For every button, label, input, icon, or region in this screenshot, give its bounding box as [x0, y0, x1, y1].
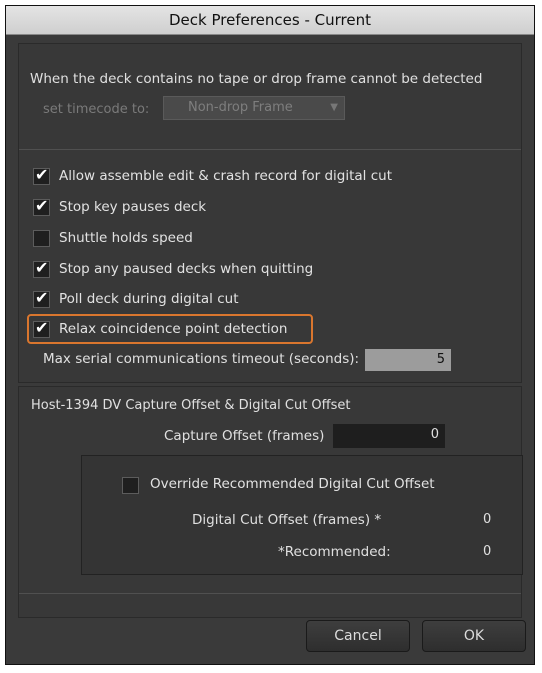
relax-coincidence-label: Relax coincidence point detection	[59, 321, 288, 337]
allow-assemble-checkbox[interactable]: ✔	[33, 165, 50, 185]
stop-paused-decks-label: Stop any paused decks when quitting	[59, 261, 314, 277]
digital-cut-offset-value: 0	[483, 512, 492, 527]
capture-offset-input[interactable]: 0	[333, 424, 445, 448]
allow-assemble-label: Allow assemble edit & crash record for d…	[59, 168, 392, 184]
stop-key-pauses-label: Stop key pauses deck	[59, 199, 207, 215]
no-tape-description: When the deck contains no tape or drop f…	[30, 71, 483, 87]
poll-deck-label: Poll deck during digital cut	[59, 291, 239, 307]
poll-deck-checkbox[interactable]: ✔	[33, 288, 50, 308]
timecode-label: set timecode to:	[43, 102, 150, 117]
check-icon: ✔	[35, 165, 49, 184]
check-icon: ✔	[35, 288, 49, 307]
check-icon: ✔	[35, 258, 49, 277]
override-offset-label: Override Recommended Digital Cut Offset	[150, 476, 435, 492]
ok-button[interactable]: OK	[422, 620, 526, 652]
shuttle-holds-speed-label: Shuttle holds speed	[59, 230, 193, 246]
section-divider	[19, 149, 521, 150]
check-icon: ✔	[35, 318, 49, 337]
check-icon: ✔	[35, 196, 49, 215]
bottom-divider	[19, 593, 521, 594]
override-offset-checkbox[interactable]	[122, 477, 139, 494]
offsets-panel: Host-1394 DV Capture Offset & Digital Cu…	[18, 386, 523, 618]
cancel-button[interactable]: Cancel	[306, 620, 410, 652]
chevron-down-icon: ▼	[330, 102, 338, 113]
recommended-label: *Recommended:	[278, 544, 391, 560]
capture-offset-label: Capture Offset (frames)	[164, 428, 325, 444]
stop-paused-decks-checkbox[interactable]: ✔	[33, 258, 50, 278]
timecode-select-value: Non-drop Frame	[188, 100, 293, 115]
deck-preferences-dialog: Deck Preferences - Current When the deck…	[5, 5, 535, 665]
timeout-input[interactable]: 5	[365, 349, 451, 371]
window-title: Deck Preferences - Current	[6, 6, 534, 35]
digital-cut-subpanel: Override Recommended Digital Cut Offset …	[81, 455, 523, 575]
offsets-heading: Host-1394 DV Capture Offset & Digital Cu…	[31, 398, 351, 413]
digital-cut-offset-label: Digital Cut Offset (frames) *	[192, 512, 382, 528]
stop-key-pauses-checkbox[interactable]: ✔	[33, 196, 50, 216]
shuttle-holds-speed-checkbox[interactable]	[33, 230, 50, 247]
timeout-label: Max serial communications timeout (secon…	[43, 351, 360, 367]
timecode-select[interactable]: Non-drop Frame ▼	[163, 96, 345, 120]
relax-coincidence-checkbox[interactable]: ✔	[33, 318, 50, 338]
deck-options-panel: When the deck contains no tape or drop f…	[18, 43, 522, 383]
recommended-value: 0	[483, 544, 492, 559]
